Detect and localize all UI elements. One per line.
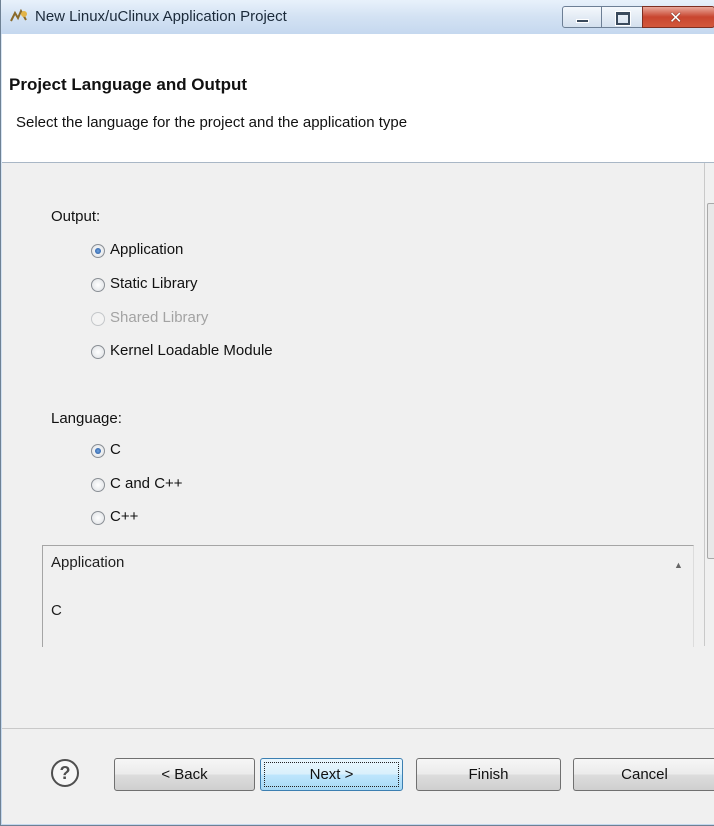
focus-ring [264, 762, 399, 787]
radio-button [91, 312, 105, 326]
radio-button[interactable] [91, 244, 105, 258]
title-bar[interactable]: New Linux/uClinux Application Project ✕ [1, 0, 714, 34]
radio-button[interactable] [91, 278, 105, 292]
radio-button[interactable] [91, 345, 105, 359]
window-title: New Linux/uClinux Application Project [35, 8, 287, 25]
minimize-button[interactable] [562, 6, 602, 28]
scroll-up-icon[interactable]: ▲ [674, 560, 683, 570]
finish-button[interactable]: Finish [416, 758, 561, 791]
vertical-scrollbar[interactable] [704, 163, 714, 646]
wizard-window: New Linux/uClinux Application Project ✕ … [0, 0, 714, 826]
radio-button[interactable] [91, 511, 105, 525]
maximize-button[interactable] [601, 6, 643, 28]
page-description: Select the language for the project and … [16, 114, 408, 131]
minimize-icon [576, 19, 589, 23]
language-label: Language: [51, 410, 122, 427]
summary-output-text: Application [51, 554, 125, 571]
output-label: Output: [51, 208, 101, 225]
page-title: Project Language and Output [9, 75, 248, 94]
radio-button[interactable] [91, 444, 105, 458]
maximize-icon [615, 11, 631, 26]
scrollbar-thumb[interactable] [707, 203, 714, 559]
question-icon[interactable]: ? [51, 759, 79, 787]
cancel-button[interactable]: Cancel [573, 758, 714, 791]
next-button[interactable]: Next > [260, 758, 403, 791]
close-button[interactable]: ✕ [642, 6, 714, 28]
back-button[interactable]: < Back [114, 758, 255, 791]
eclipse-wizard-icon [10, 9, 27, 22]
wizard-banner: Project Language and Output Select the l… [2, 34, 714, 163]
summary-language-text: C [51, 602, 62, 619]
summary-text-area[interactable]: Application C ▲ [42, 545, 694, 647]
close-icon: ✕ [669, 10, 683, 27]
radio-button[interactable] [91, 478, 105, 492]
